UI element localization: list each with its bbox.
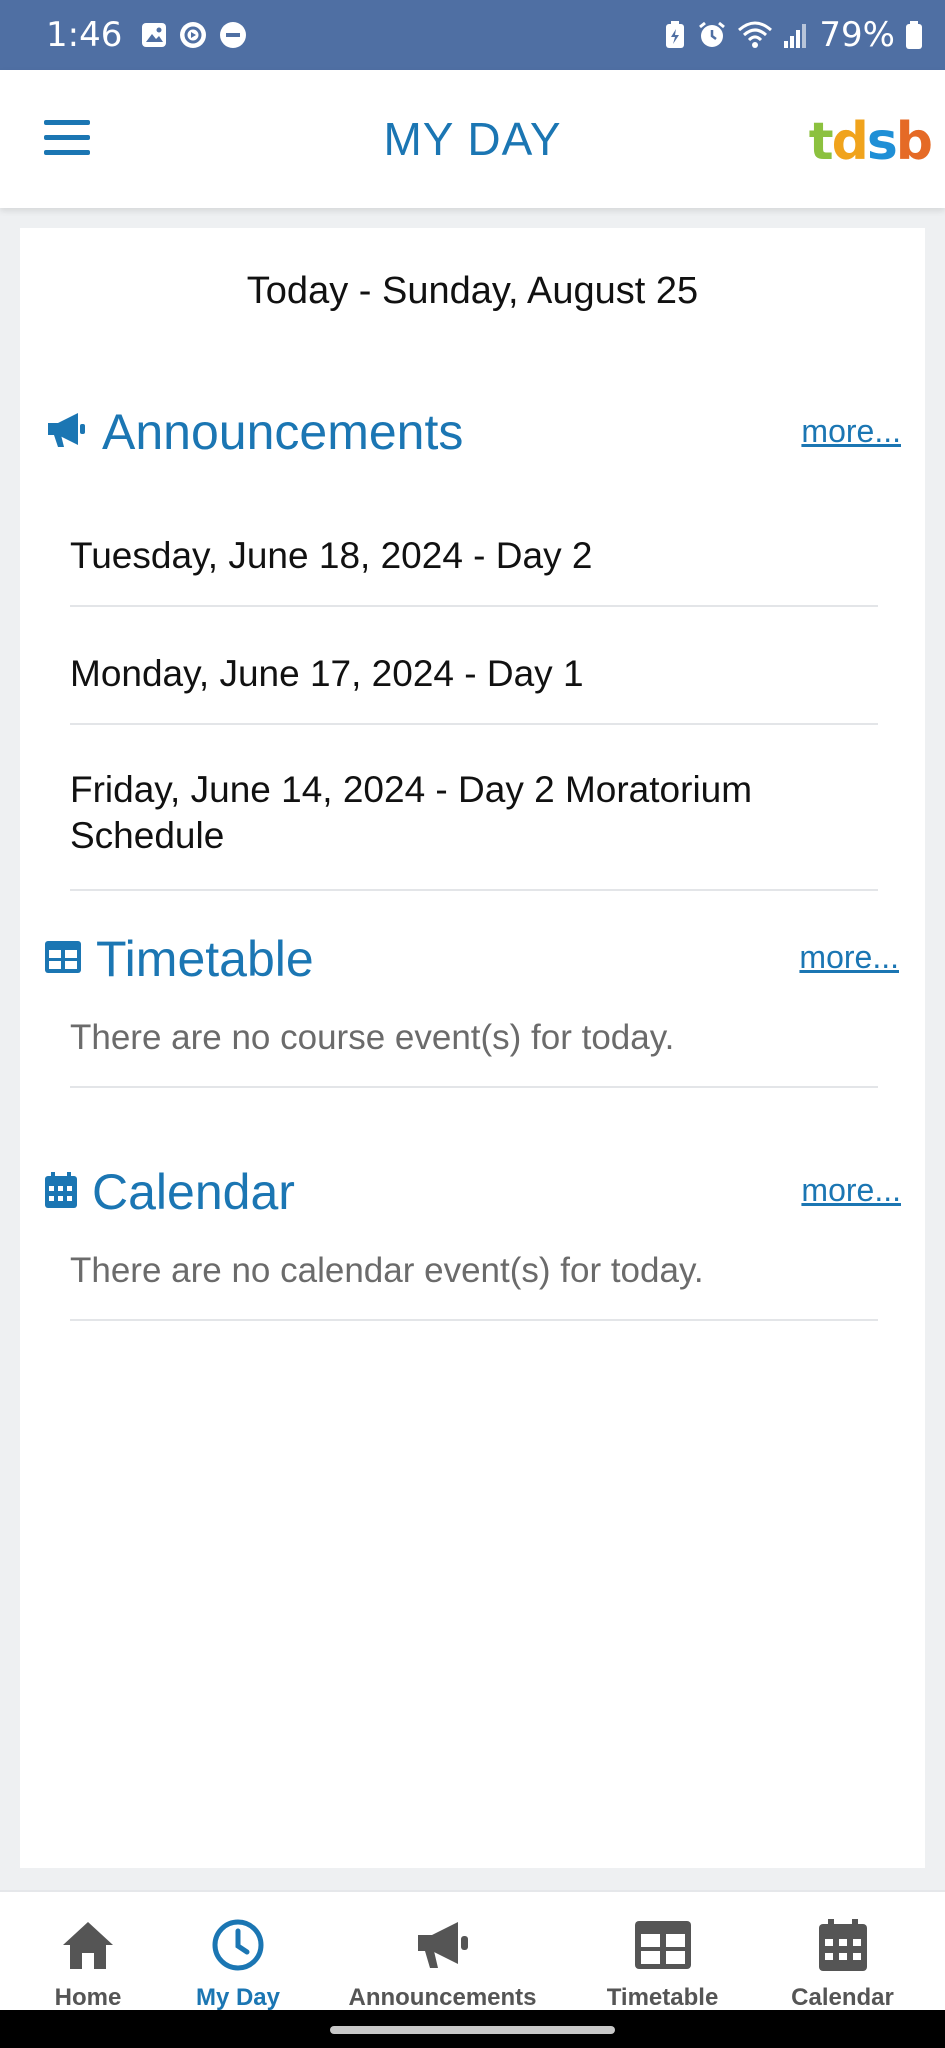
wifi-icon [737,20,773,50]
announcement-title: Tuesday, June 18, 2024 - Day 2 [70,535,593,576]
bottom-nav: Home My Day Announcements Timetable Cale… [0,1890,945,2012]
announcements-header: Announcements [44,403,463,461]
home-icon [60,1918,116,1972]
nav-my-day[interactable]: My Day [183,1892,293,2012]
nav-announcements[interactable]: Announcements [345,1892,540,2012]
do-not-disturb-icon [218,20,248,50]
nav-label: My Day [195,1984,281,2011]
gallery-icon [140,21,168,49]
announcements-more-link[interactable]: more... [801,413,901,450]
nav-label: Home [54,1984,122,2011]
status-time: 1:46 [46,15,123,55]
calendar-more-link[interactable]: more... [801,1172,901,1209]
alarm-icon [697,20,727,50]
calendar-title: Calendar [92,1164,295,1220]
announcement-title: Friday, June 14, 2024 - Day 2 Moratorium… [70,769,753,856]
page-title: MY DAY [383,113,562,165]
home-gesture-bar[interactable] [330,2026,615,2034]
announcement-item[interactable]: Tuesday, June 18, 2024 - Day 2 [70,503,878,607]
megaphone-icon [414,1918,472,1972]
status-bar: 1:46 79% [0,0,945,70]
timetable-empty-message: There are no course event(s) for today. [70,1018,878,1088]
table-icon [634,1918,692,1972]
calendar-header: Calendar [44,1163,295,1221]
calendar-empty-message: There are no calendar event(s) for today… [70,1251,878,1321]
nav-home[interactable]: Home [38,1892,138,2012]
battery-icon [905,20,923,50]
calendar-icon [44,1171,78,1214]
timetable-header: Timetable [44,930,314,988]
timetable-more-link[interactable]: more... [799,939,899,976]
signal-icon [783,21,809,49]
announcements-title: Announcements [102,404,464,460]
nav-label: Calendar [791,1984,894,2011]
nav-label: Timetable [606,1984,719,2011]
battery-saver-icon [663,20,687,50]
nav-label: Announcements [348,1984,537,2011]
my-day-card: Today - Sunday, August 25 Announcements … [20,228,925,1868]
clock-icon [211,1918,265,1972]
nav-timetable[interactable]: Timetable [600,1892,725,2012]
table-icon [44,940,82,979]
sync-icon [178,20,208,50]
hamburger-menu-icon[interactable] [44,120,92,156]
announcement-item[interactable]: Monday, June 17, 2024 - Day 1 [70,621,878,725]
megaphone-icon [44,410,88,455]
nav-calendar[interactable]: Calendar [785,1892,900,2012]
announcement-title: Monday, June 17, 2024 - Day 1 [70,653,584,694]
announcement-item[interactable]: Friday, June 14, 2024 - Day 2 Moratorium… [70,739,878,891]
app-header: MY DAY tdsb [0,70,945,208]
today-date: Today - Sunday, August 25 [246,270,699,312]
calendar-icon [818,1918,868,1972]
system-nav-bar [0,2010,945,2048]
timetable-title: Timetable [96,931,314,987]
battery-percent: 79% [819,15,895,55]
tdsb-logo: tdsb [808,112,933,172]
